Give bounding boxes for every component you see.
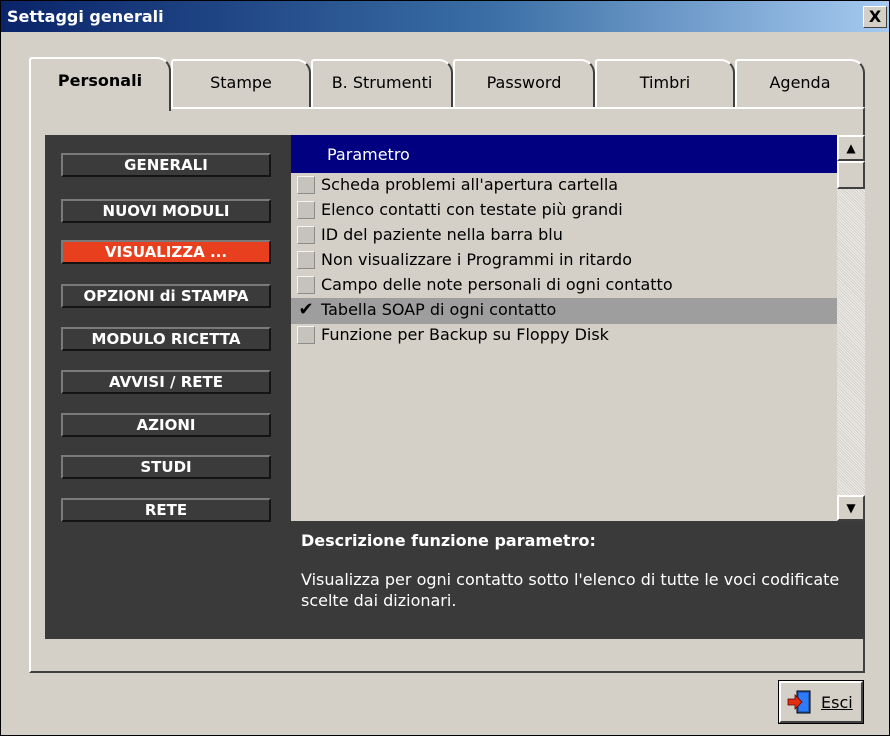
sidebar-item-visualizza[interactable]: VISUALIZZA ... [61, 240, 271, 264]
exit-door-icon [787, 690, 811, 714]
tab-label: Password [486, 73, 562, 92]
sidebar-item-azioni[interactable]: AZIONI [61, 413, 271, 437]
checkbox[interactable] [297, 276, 315, 294]
exit-button-label: Esci [821, 693, 853, 712]
list-item[interactable]: Funzione per Backup su Floppy Disk [291, 323, 837, 349]
list-item[interactable]: ID del paziente nella barra blu [291, 223, 837, 249]
tab-agenda[interactable]: Agenda [735, 59, 865, 107]
sidebar-item-modulo-ricetta[interactable]: MODULO RICETTA [61, 327, 271, 351]
list-item-label: ID del paziente nella barra blu [321, 225, 563, 244]
list-item-label: Elenco contatti con testate più grandi [321, 200, 623, 219]
list-header: Parametro [291, 135, 837, 173]
sidebar-item-opzioni-stampa[interactable]: OPZIONI di STAMPA [61, 284, 271, 308]
tab-timbri[interactable]: Timbri [595, 59, 735, 107]
list-item[interactable]: Campo delle note personali di ogni conta… [291, 273, 837, 299]
tab-personali[interactable]: Personali [29, 57, 171, 111]
checkbox-checked[interactable]: ✔ [297, 301, 315, 319]
description-title: Descrizione funzione parametro: [301, 531, 596, 550]
checkbox[interactable] [297, 326, 315, 344]
list-item[interactable]: Elenco contatti con testate più grandi [291, 198, 837, 224]
tab-label: Stampe [210, 73, 272, 92]
list-item-label: Tabella SOAP di ogni contatto [321, 300, 557, 319]
list-item-label: Campo delle note personali di ogni conta… [321, 275, 673, 294]
description-panel: Descrizione funzione parametro: Visualiz… [291, 521, 865, 639]
tab-b-strumenti[interactable]: B. Strumenti [311, 59, 453, 107]
tab-label: B. Strumenti [331, 73, 433, 92]
sidebar: GENERALI NUOVI MODULI VISUALIZZA ... OPZ… [45, 135, 291, 639]
parameter-list: Parametro Scheda problemi all'apertura c… [291, 135, 837, 521]
vertical-scrollbar[interactable]: ▲ ▼ [837, 135, 865, 521]
checkbox[interactable] [297, 201, 315, 219]
checkbox[interactable] [297, 251, 315, 269]
description-text: Visualizza per ogni contatto sotto l'ele… [301, 570, 840, 610]
tab-password[interactable]: Password [453, 59, 595, 107]
scroll-down-button[interactable]: ▼ [837, 495, 865, 521]
checkbox[interactable] [297, 226, 315, 244]
list-item[interactable]: Non visualizzare i Programmi in ritardo [291, 248, 837, 274]
list-item-label: Non visualizzare i Programmi in ritardo [321, 250, 632, 269]
list-item[interactable]: Scheda problemi all'apertura cartella [291, 173, 837, 199]
list-item-label: Funzione per Backup su Floppy Disk [321, 325, 609, 344]
checkbox[interactable] [297, 176, 315, 194]
scroll-up-button[interactable]: ▲ [837, 135, 865, 161]
sidebar-item-rete[interactable]: RETE [61, 498, 271, 522]
window-title: Settaggi generali [7, 7, 164, 26]
sidebar-item-nuovi-moduli[interactable]: NUOVI MODULI [61, 199, 271, 223]
tab-label: Agenda [769, 73, 831, 92]
scroll-thumb[interactable] [837, 161, 865, 189]
title-bar: Settaggi generali X [1, 1, 889, 32]
sidebar-item-avvisi-rete[interactable]: AVVISI / RETE [61, 370, 271, 394]
sidebar-item-studi[interactable]: STUDI [61, 455, 271, 479]
tab-strip: Personali Stampe B. Strumenti Password T… [1, 57, 889, 111]
settings-window: Settaggi generali X Personali Stampe B. … [0, 0, 890, 736]
close-button[interactable]: X [863, 6, 887, 28]
sidebar-item-generali[interactable]: GENERALI [61, 153, 271, 177]
tab-label: Timbri [639, 73, 691, 92]
list-item-selected[interactable]: ✔ Tabella SOAP di ogni contatto [291, 298, 837, 324]
list-item-label: Scheda problemi all'apertura cartella [321, 175, 619, 194]
tab-stampe[interactable]: Stampe [171, 59, 311, 107]
tab-label: Personali [57, 71, 143, 90]
exit-button[interactable]: Esci [778, 680, 864, 724]
